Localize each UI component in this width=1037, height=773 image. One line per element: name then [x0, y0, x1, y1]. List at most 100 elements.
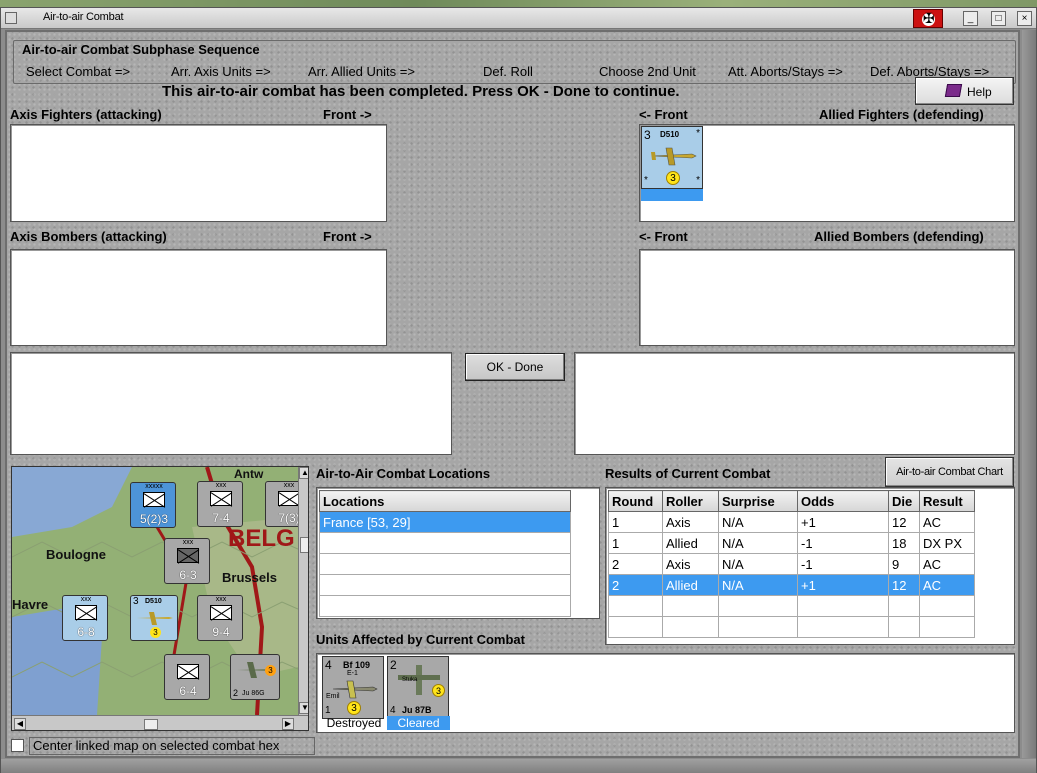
german-flag-icon	[913, 9, 943, 28]
map-unit-counter[interactable]: xxx 7-4	[197, 481, 243, 527]
help-button[interactable]: Help	[915, 77, 1014, 105]
infantry-icon	[75, 605, 97, 620]
ok-done-button[interactable]: OK - Done	[465, 353, 565, 381]
results-header: Result	[919, 490, 975, 512]
title-bar[interactable]: Air-to-air Combat _ □ ×	[1, 8, 1036, 29]
affected-unit-counter[interactable]: 4 Bf 109 E-1 Emil 1 3	[322, 656, 384, 719]
map-horizontal-scrollbar[interactable]: ◀ ▶	[12, 715, 308, 730]
locations-table: Locations France [53, 29]	[319, 490, 571, 617]
counter-attack: 3	[644, 128, 651, 142]
locations-list[interactable]: Locations France [53, 29]	[316, 487, 600, 619]
map-bomber-counter[interactable]: 2 Ju 86G 3	[230, 654, 280, 700]
map-unit-counter[interactable]: xxx 6-3	[164, 538, 210, 584]
dialog-body: Air-to-air Combat Subphase Sequence Sele…	[5, 30, 1020, 758]
seq-step-att-aborts: Att. Aborts/Stays =>	[728, 64, 843, 79]
allied-fighters-front-label: <- Front	[639, 107, 688, 122]
scroll-left-icon[interactable]: ◀	[14, 718, 26, 730]
allied-bombers-box[interactable]	[639, 249, 1015, 346]
seq-step-choose-2nd: Choose 2nd Unit	[599, 64, 696, 79]
axis-bombers-front-label: Front ->	[323, 229, 372, 244]
locations-header: Locations	[319, 490, 571, 512]
scroll-up-icon[interactable]: ▲	[299, 467, 308, 479]
allied-message-box	[574, 352, 1015, 455]
minimize-button[interactable]: _	[963, 11, 978, 26]
allied-fighter-counter[interactable]: 3 D510 * * 3 *	[641, 126, 703, 189]
map-unit-counter[interactable]: xxxxx 5(2)3	[130, 482, 176, 528]
axis-fighters-box[interactable]	[10, 124, 387, 222]
status-message: This air-to-air combat has been complete…	[162, 83, 680, 100]
armor-icon	[177, 548, 199, 563]
fighter-plane-icon	[651, 147, 697, 166]
result-row[interactable]: 2 Allied N/A +1 12 AC	[608, 574, 975, 596]
infantry-icon	[177, 664, 199, 679]
results-list[interactable]: Round Roller Surprise Odds Die Result 1 Axis N/…	[605, 487, 1015, 645]
maximize-button[interactable]: □	[991, 11, 1006, 26]
country-belgium-label: BELG	[228, 525, 295, 552]
results-header: Surprise	[718, 490, 798, 512]
city-havre: Havre	[12, 597, 49, 612]
book-icon	[944, 84, 963, 97]
counter-range-marker: *	[644, 175, 648, 186]
air-combat-chart-button[interactable]: Air-to-air Combat Chart	[885, 457, 1014, 487]
scroll-down-icon[interactable]: ▼	[299, 702, 308, 714]
location-row[interactable]	[319, 574, 571, 596]
result-row[interactable]	[608, 616, 975, 638]
center-map-checkbox[interactable]	[11, 739, 24, 752]
location-row[interactable]	[319, 553, 571, 575]
center-map-label: Center linked map on selected combat hex	[29, 737, 315, 755]
allied-fighters-box[interactable]: 3 D510 * * 3 *	[639, 124, 1015, 222]
city-boulogne: Boulogne	[46, 547, 106, 562]
locations-title: Air-to-Air Combat Locations	[316, 466, 491, 481]
results-table: Round Roller Surprise Odds Die Result 1 Axis N/…	[608, 490, 975, 638]
window-title: Air-to-air Combat	[43, 11, 124, 23]
affected-units-box[interactable]: 4 Bf 109 E-1 Emil 1 3 Destroyed 2 Stuka …	[316, 653, 1015, 733]
map-vertical-scrollbar[interactable]: ▲ ▼	[298, 467, 308, 715]
map-vertical-thumb[interactable]	[300, 537, 308, 553]
result-row[interactable]	[608, 595, 975, 617]
allied-bombers-front-label: <- Front	[639, 229, 688, 244]
infantry-icon	[210, 491, 232, 506]
axis-bombers-label: Axis Bombers (attacking)	[10, 229, 167, 244]
scroll-right-icon[interactable]: ▶	[282, 718, 294, 730]
results-header: Round	[608, 490, 663, 512]
map-horizontal-thumb[interactable]	[144, 719, 158, 730]
infantry-icon	[143, 492, 165, 507]
axis-fighters-label: Axis Fighters (attacking)	[10, 107, 162, 122]
map-unit-counter[interactable]: 6-4	[164, 654, 210, 700]
axis-fighters-front-label: Front ->	[323, 107, 372, 122]
city-brussels: Brussels	[222, 570, 277, 585]
infantry-icon	[278, 491, 300, 506]
location-row[interactable]	[319, 595, 571, 617]
window-frame-right	[1022, 30, 1036, 758]
results-header: Die	[888, 490, 920, 512]
affected-unit-counter[interactable]: 2 Stuka 3 4 Ju 87B	[387, 656, 449, 719]
close-button[interactable]: ×	[1017, 11, 1032, 26]
map-unit-counter[interactable]: xxx 6-8	[62, 595, 108, 641]
axis-bombers-box[interactable]	[10, 249, 387, 346]
cleared-status: Cleared	[387, 716, 450, 730]
results-header: Roller	[662, 490, 719, 512]
allied-bombers-label: Allied Bombers (defending)	[814, 229, 984, 244]
results-title: Results of Current Combat	[605, 466, 771, 481]
counter-selection-bar	[641, 189, 703, 201]
affected-title: Units Affected by Current Combat	[316, 632, 525, 647]
window-icon	[5, 12, 17, 24]
linked-map[interactable]: Boulogne Brussels Havre Antw BELG xxxxx 5…	[11, 466, 309, 731]
fighter-plane-icon	[137, 612, 173, 625]
air-combat-window: Air-to-air Combat _ □ × Air-to-air Comba…	[0, 7, 1037, 773]
results-header: Odds	[797, 490, 889, 512]
map-unit-counter[interactable]: xxx 9-4	[197, 595, 243, 641]
city-antwerp: Antw	[234, 467, 264, 481]
result-row[interactable]: 1 Allied N/A -1 18 DX PX	[608, 532, 975, 554]
sequence-title: Air-to-air Combat Subphase Sequence	[22, 42, 260, 57]
seq-step-def-roll: Def. Roll	[483, 64, 533, 79]
allied-fighters-label: Allied Fighters (defending)	[819, 107, 984, 122]
result-row[interactable]: 1 Axis N/A +1 12 AC	[608, 511, 975, 533]
location-row[interactable]: France [53, 29]	[319, 511, 571, 533]
axis-message-box	[10, 352, 452, 455]
seq-step-arr-allied: Arr. Allied Units =>	[308, 64, 415, 79]
location-row[interactable]	[319, 532, 571, 554]
infantry-icon	[210, 605, 232, 620]
map-air-unit-counter[interactable]: 3 D510 3	[130, 595, 178, 641]
result-row[interactable]: 2 Axis N/A -1 9 AC	[608, 553, 975, 575]
